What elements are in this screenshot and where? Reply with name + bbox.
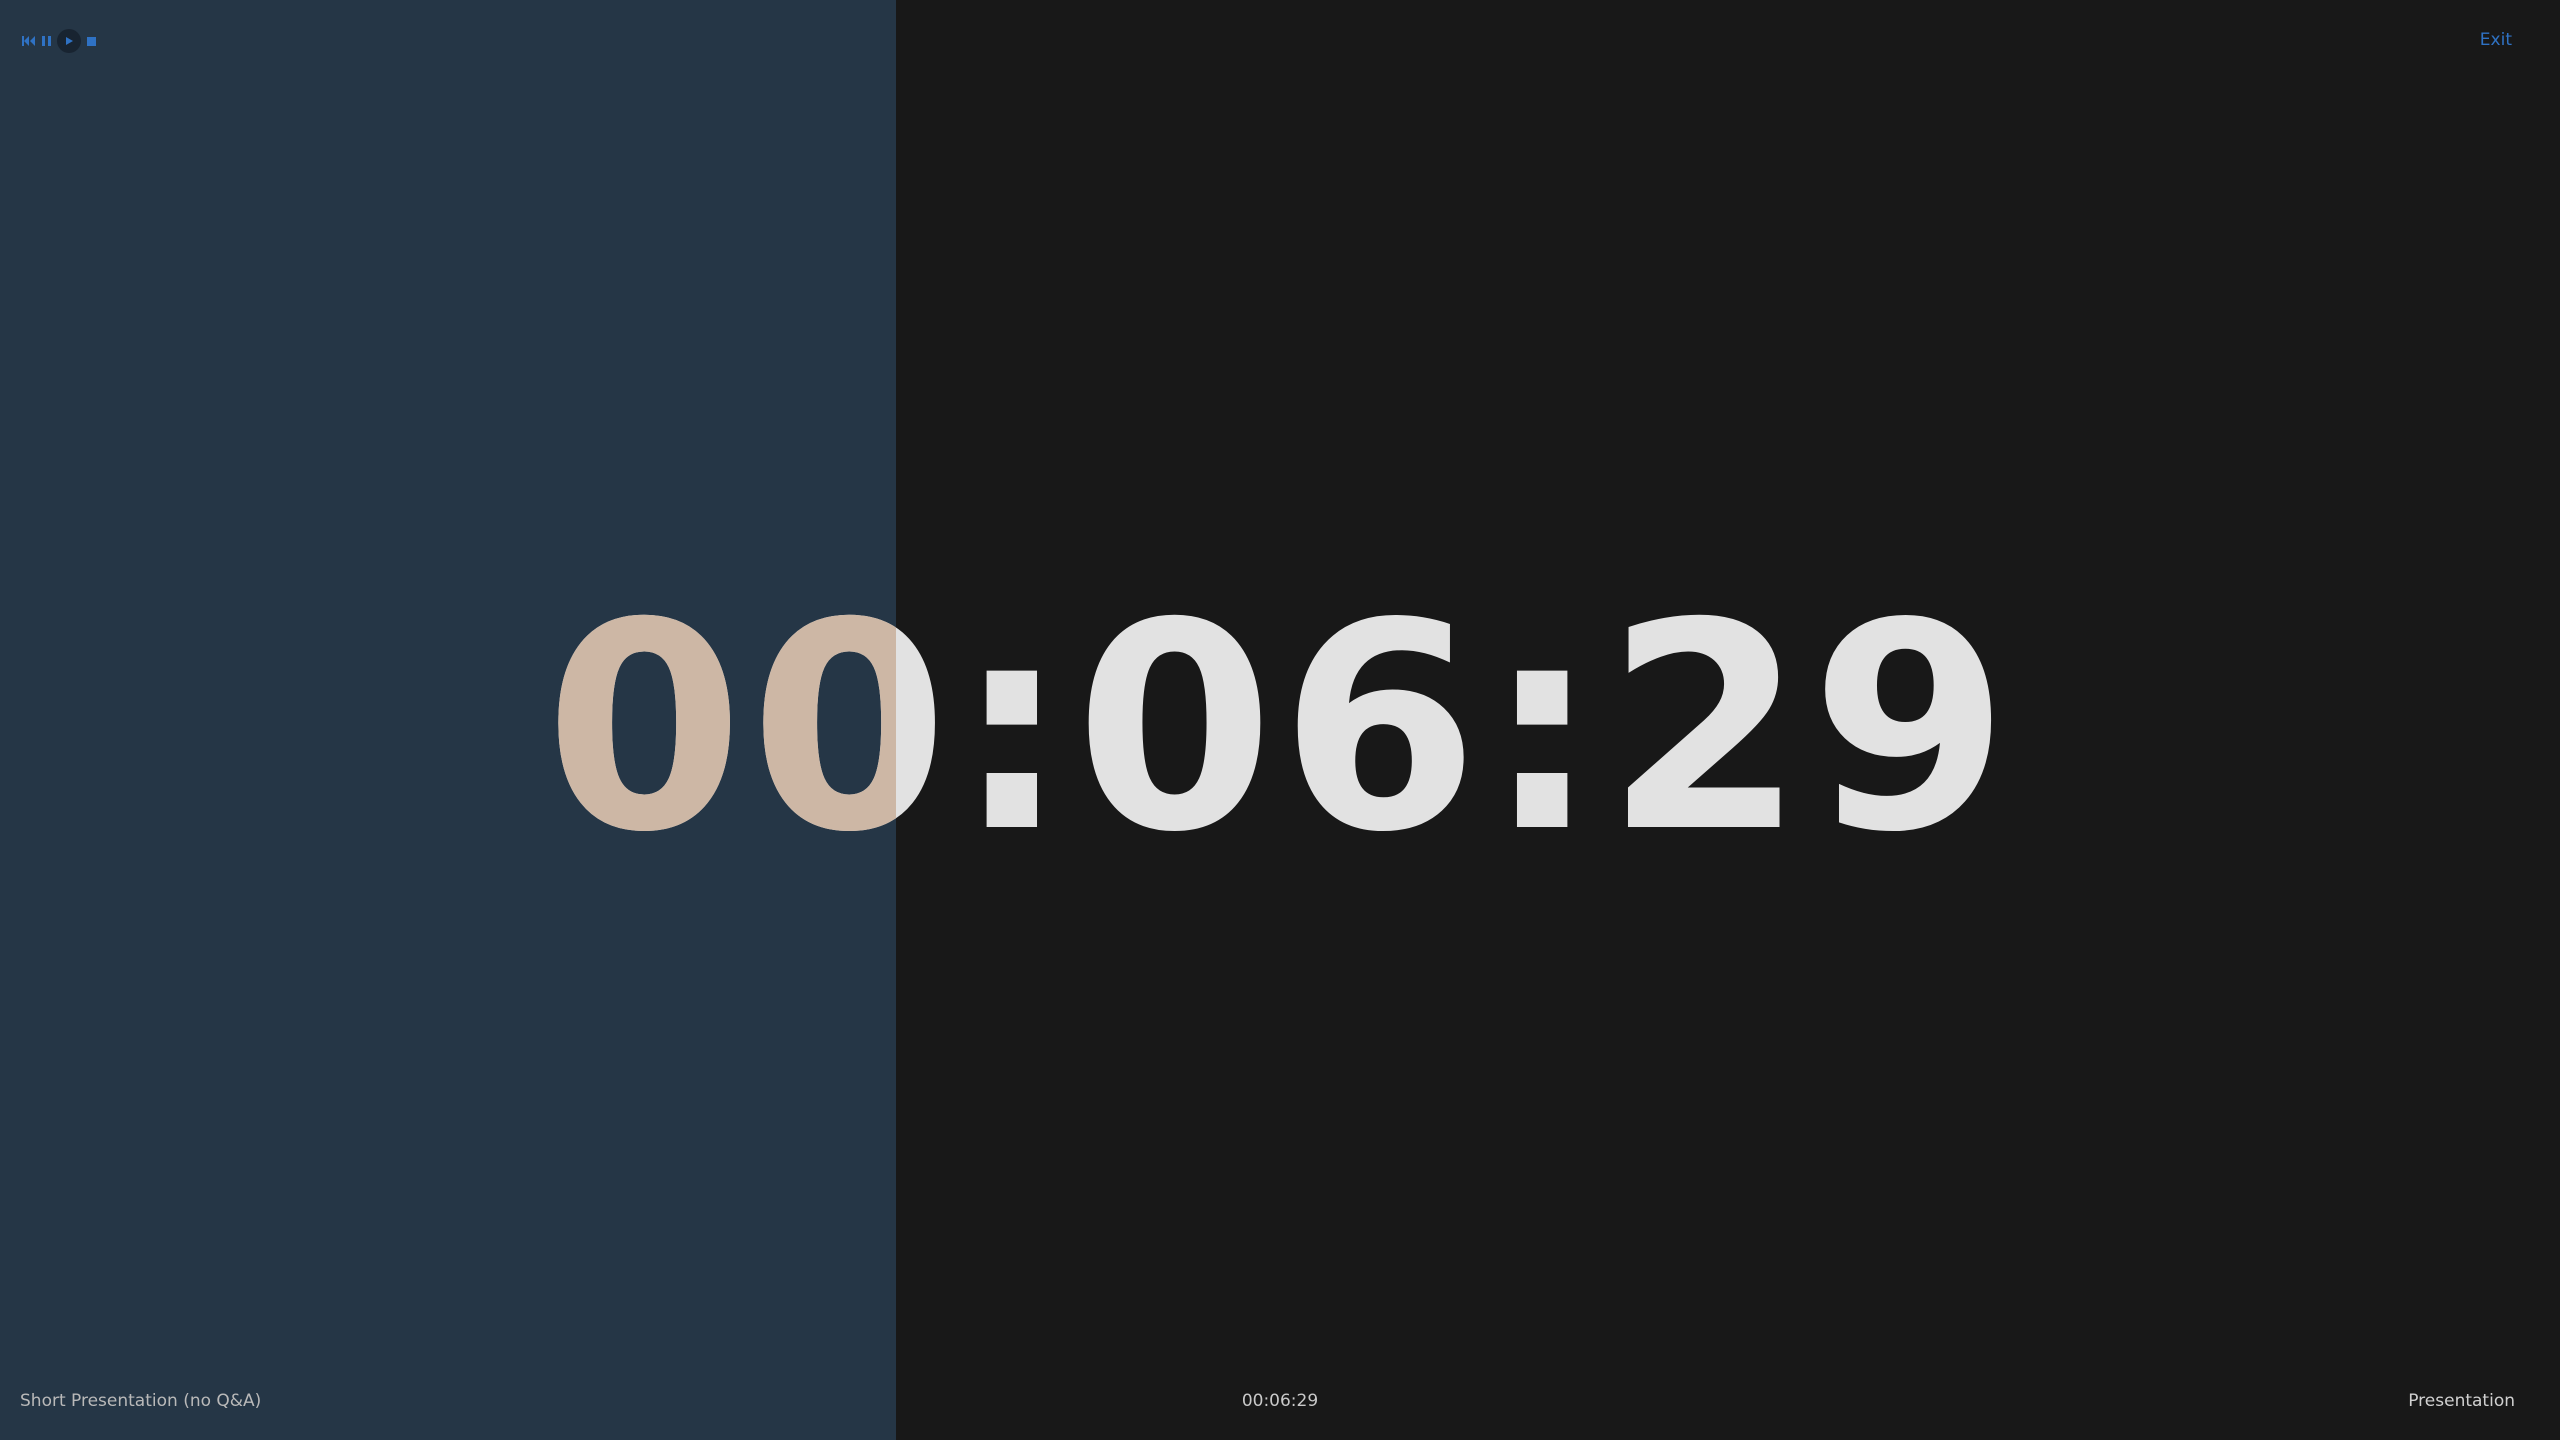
stop-icon	[87, 36, 96, 46]
play-icon	[66, 37, 73, 45]
countdown-clock: 00:06:29 00:06:29	[0, 0, 2560, 1440]
clock-digits-elapsed: 00:06:29	[545, 563, 2016, 895]
exit-button[interactable]: Exit	[2480, 30, 2512, 50]
timer-screen: Exit 00:06:29 00:06:29 Short Presentatio…	[0, 0, 2560, 1440]
play-button[interactable]	[57, 29, 81, 53]
footer-time: 00:06:29	[1241, 1391, 1319, 1411]
mode-label: Presentation	[2408, 1391, 2515, 1411]
pause-button[interactable]	[42, 30, 51, 52]
clock-digits-elapsed-text: 00:06:29	[545, 563, 2016, 895]
skip-previous-button[interactable]	[22, 30, 36, 52]
skip-previous-icon	[22, 36, 35, 46]
pause-icon	[42, 36, 51, 46]
transport-controls	[22, 29, 96, 53]
stop-button[interactable]	[87, 30, 96, 52]
